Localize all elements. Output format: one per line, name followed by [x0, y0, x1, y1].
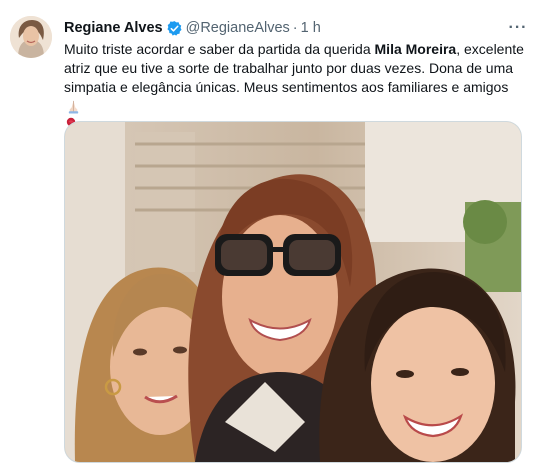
tweet[interactable]: Regiane Alves @RegianeAlves · 1 h ··· Mu…	[0, 0, 543, 463]
folded-hands-icon	[66, 99, 81, 114]
tweet-text-part1: Muito triste acordar e saber da partida …	[64, 41, 375, 57]
author-handle[interactable]: @RegianeAlves	[186, 20, 290, 36]
tweet-text-mention: Mila Moreira	[374, 41, 457, 57]
tweet-header: Regiane Alves @RegianeAlves · 1 h ···	[64, 18, 529, 38]
author-name[interactable]: Regiane Alves	[64, 20, 163, 36]
more-options-icon[interactable]: ···	[507, 18, 529, 38]
tweet-photo[interactable]	[64, 121, 522, 463]
header-separator: ·	[292, 20, 298, 36]
avatar[interactable]	[10, 16, 52, 58]
verified-badge-icon	[166, 20, 183, 37]
tweet-timestamp[interactable]: 1 h	[301, 20, 321, 36]
